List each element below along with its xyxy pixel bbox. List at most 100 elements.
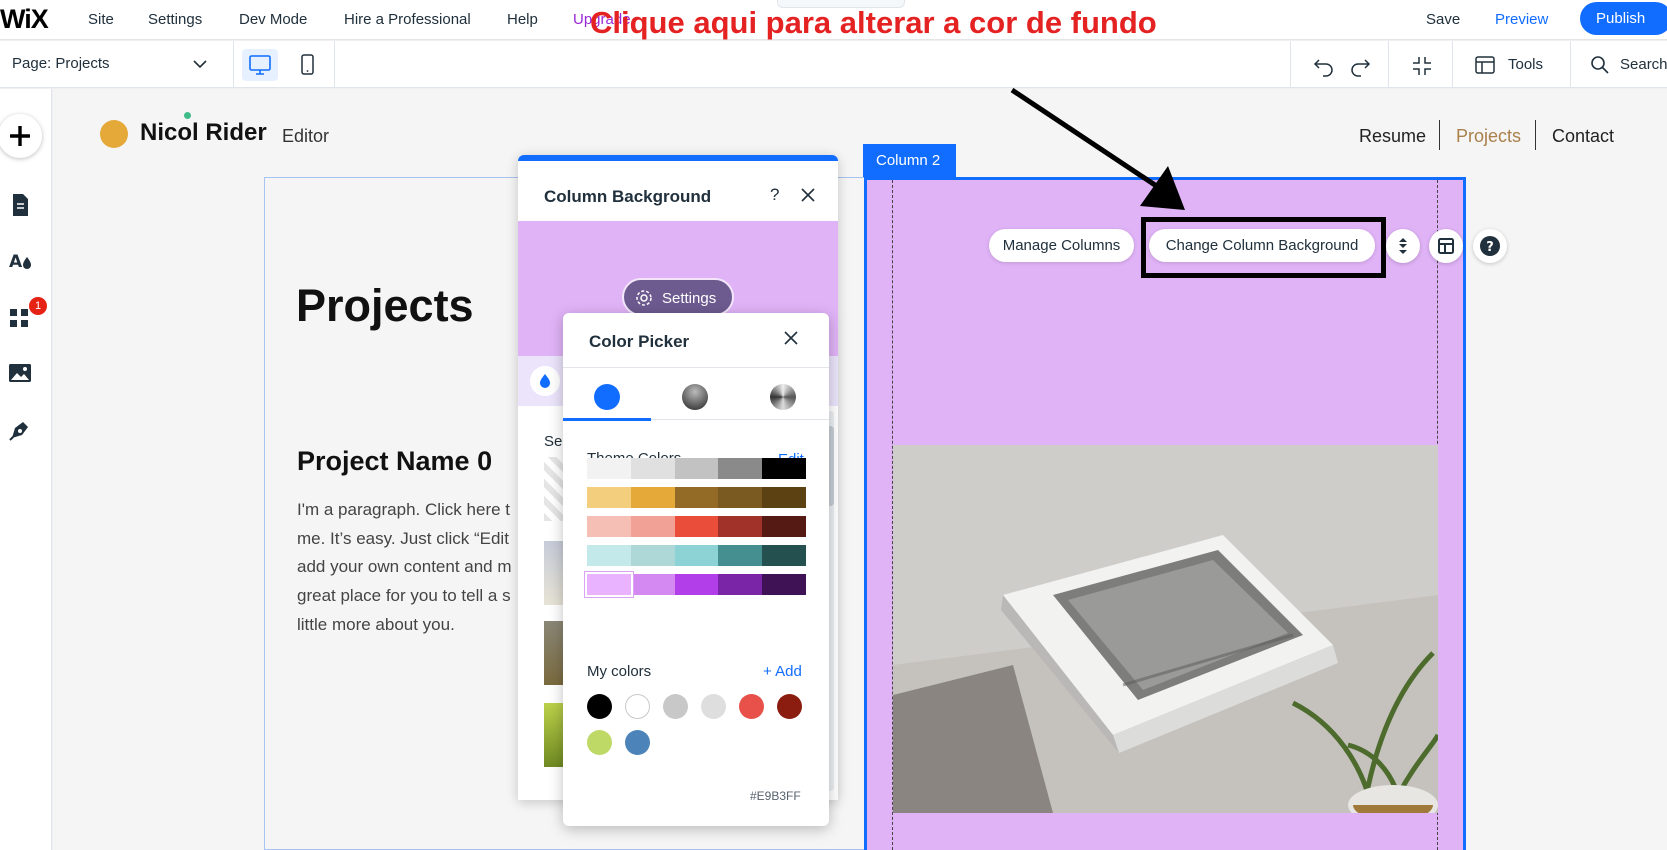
- paragraph-line[interactable]: add your own content and m: [297, 557, 512, 577]
- close-icon[interactable]: [798, 185, 818, 205]
- my-color-swatch[interactable]: [625, 694, 650, 719]
- menu-hire-professional[interactable]: Hire a Professional: [344, 11, 471, 28]
- theme-color-row: [587, 458, 806, 479]
- settings-button[interactable]: Settings: [622, 278, 734, 316]
- site-role[interactable]: Editor: [282, 126, 329, 147]
- save-button[interactable]: Save: [1426, 11, 1460, 28]
- manage-columns-button[interactable]: Manage Columns: [989, 229, 1134, 262]
- theme-color-swatch[interactable]: [718, 545, 763, 566]
- search-icon[interactable]: [1590, 55, 1610, 75]
- wix-logo[interactable]: WiX: [0, 4, 49, 35]
- paragraph-line[interactable]: me. It’s easy. Just click “Edit: [297, 529, 509, 549]
- theme-color-swatch[interactable]: [630, 516, 675, 537]
- menu-dev-mode[interactable]: Dev Mode: [239, 11, 307, 28]
- help-icon: ?: [1480, 236, 1500, 256]
- nav-projects[interactable]: Projects: [1456, 126, 1521, 147]
- my-color-swatch[interactable]: [625, 730, 650, 755]
- nav-resume[interactable]: Resume: [1359, 126, 1426, 147]
- paragraph-line[interactable]: little more about you.: [297, 615, 455, 635]
- media-icon[interactable]: [2, 355, 38, 391]
- theme-color-swatch[interactable]: [718, 574, 763, 595]
- theme-color-swatch[interactable]: [718, 487, 763, 508]
- svg-text:A: A: [9, 252, 23, 272]
- tab-fluid-gradient[interactable]: [770, 384, 796, 410]
- editor-toolbar: Page: Projects Tools Search: [0, 41, 1667, 88]
- pages-icon[interactable]: [2, 187, 38, 223]
- theme-color-swatch[interactable]: [630, 545, 675, 566]
- mobile-view-toggle[interactable]: [295, 49, 319, 81]
- layout-button[interactable]: [1429, 229, 1463, 263]
- theme-color-swatch[interactable]: [762, 545, 806, 566]
- menu-settings[interactable]: Settings: [148, 11, 202, 28]
- chevron-down-icon[interactable]: [190, 54, 210, 74]
- redo-icon[interactable]: [1348, 55, 1372, 77]
- desktop-view-toggle[interactable]: [242, 49, 278, 81]
- paragraph-line[interactable]: I'm a paragraph. Click here t: [297, 500, 510, 520]
- theme-color-swatch[interactable]: [585, 572, 633, 597]
- theme-color-swatch[interactable]: [762, 516, 806, 537]
- page-title[interactable]: Projects: [296, 280, 474, 332]
- paragraph-line[interactable]: great place for you to tell a s: [297, 586, 511, 606]
- preview-button[interactable]: Preview: [1495, 11, 1548, 28]
- theme-color-swatch[interactable]: [718, 458, 763, 479]
- design-icon[interactable]: A: [2, 243, 38, 279]
- svg-text:?: ?: [1486, 240, 1494, 255]
- gear-icon: [636, 290, 652, 306]
- theme-color-swatch[interactable]: [587, 487, 631, 508]
- tab-solid-color[interactable]: [594, 384, 620, 410]
- theme-color-swatch[interactable]: [587, 516, 631, 537]
- page-select[interactable]: Page: Projects: [12, 55, 110, 72]
- pen-icon[interactable]: [2, 411, 38, 447]
- toolbar-divider: [1290, 41, 1291, 88]
- my-color-swatch[interactable]: [701, 694, 726, 719]
- color-picker-title: Color Picker: [589, 332, 690, 351]
- column-tag[interactable]: Column 2: [863, 144, 956, 177]
- theme-color-swatch[interactable]: [674, 574, 719, 595]
- add-color-link[interactable]: + Add: [763, 663, 802, 680]
- close-icon[interactable]: [781, 328, 801, 348]
- publish-button[interactable]: Publish: [1580, 2, 1667, 35]
- arrange-button[interactable]: [1386, 229, 1420, 263]
- theme-color-swatch[interactable]: [674, 545, 719, 566]
- nav-contact[interactable]: Contact: [1552, 126, 1614, 147]
- tools-button[interactable]: Tools: [1508, 56, 1543, 73]
- theme-color-swatch[interactable]: [762, 458, 806, 479]
- help-button[interactable]: ?: [1473, 229, 1507, 263]
- apps-badge: 1: [29, 297, 47, 315]
- site-name[interactable]: Nicol Rider: [140, 119, 267, 147]
- nav-separator: [1535, 120, 1536, 150]
- my-color-swatch[interactable]: [739, 694, 764, 719]
- my-color-swatch[interactable]: [777, 694, 802, 719]
- my-color-swatch[interactable]: [587, 730, 612, 755]
- theme-color-swatch[interactable]: [587, 458, 631, 479]
- theme-color-swatch[interactable]: [762, 487, 806, 508]
- theme-color-swatch[interactable]: [674, 487, 719, 508]
- project-name-heading[interactable]: Project Name 0: [297, 446, 492, 477]
- theme-color-swatch[interactable]: [718, 516, 763, 537]
- book-photo[interactable]: [893, 445, 1438, 813]
- undo-icon[interactable]: [1312, 55, 1336, 77]
- search-button[interactable]: Search: [1620, 56, 1667, 73]
- tab-gradient[interactable]: [682, 384, 708, 410]
- active-tab-indicator: [563, 418, 651, 421]
- color-option-button[interactable]: [530, 366, 560, 396]
- theme-color-swatch[interactable]: [762, 574, 806, 595]
- theme-color-swatch[interactable]: [630, 487, 675, 508]
- zoom-out-icon[interactable]: [1410, 54, 1434, 78]
- theme-color-swatch[interactable]: [587, 545, 631, 566]
- toolbar-divider: [334, 41, 335, 88]
- site-logo[interactable]: [100, 120, 128, 148]
- theme-color-swatch[interactable]: [674, 516, 719, 537]
- theme-color-swatch[interactable]: [630, 458, 675, 479]
- my-color-swatch[interactable]: [587, 694, 612, 719]
- settings-label: Settings: [662, 290, 717, 307]
- panel-help-button[interactable]: ?: [770, 185, 779, 205]
- tools-icon[interactable]: [1474, 55, 1496, 75]
- my-color-swatch[interactable]: [663, 694, 688, 719]
- menu-help[interactable]: Help: [507, 11, 538, 28]
- menu-site[interactable]: Site: [88, 11, 114, 28]
- add-elements-button[interactable]: [0, 114, 42, 158]
- theme-color-swatch[interactable]: [674, 458, 719, 479]
- theme-color-swatch[interactable]: [630, 574, 675, 595]
- hex-value[interactable]: #E9B3FF: [750, 789, 801, 803]
